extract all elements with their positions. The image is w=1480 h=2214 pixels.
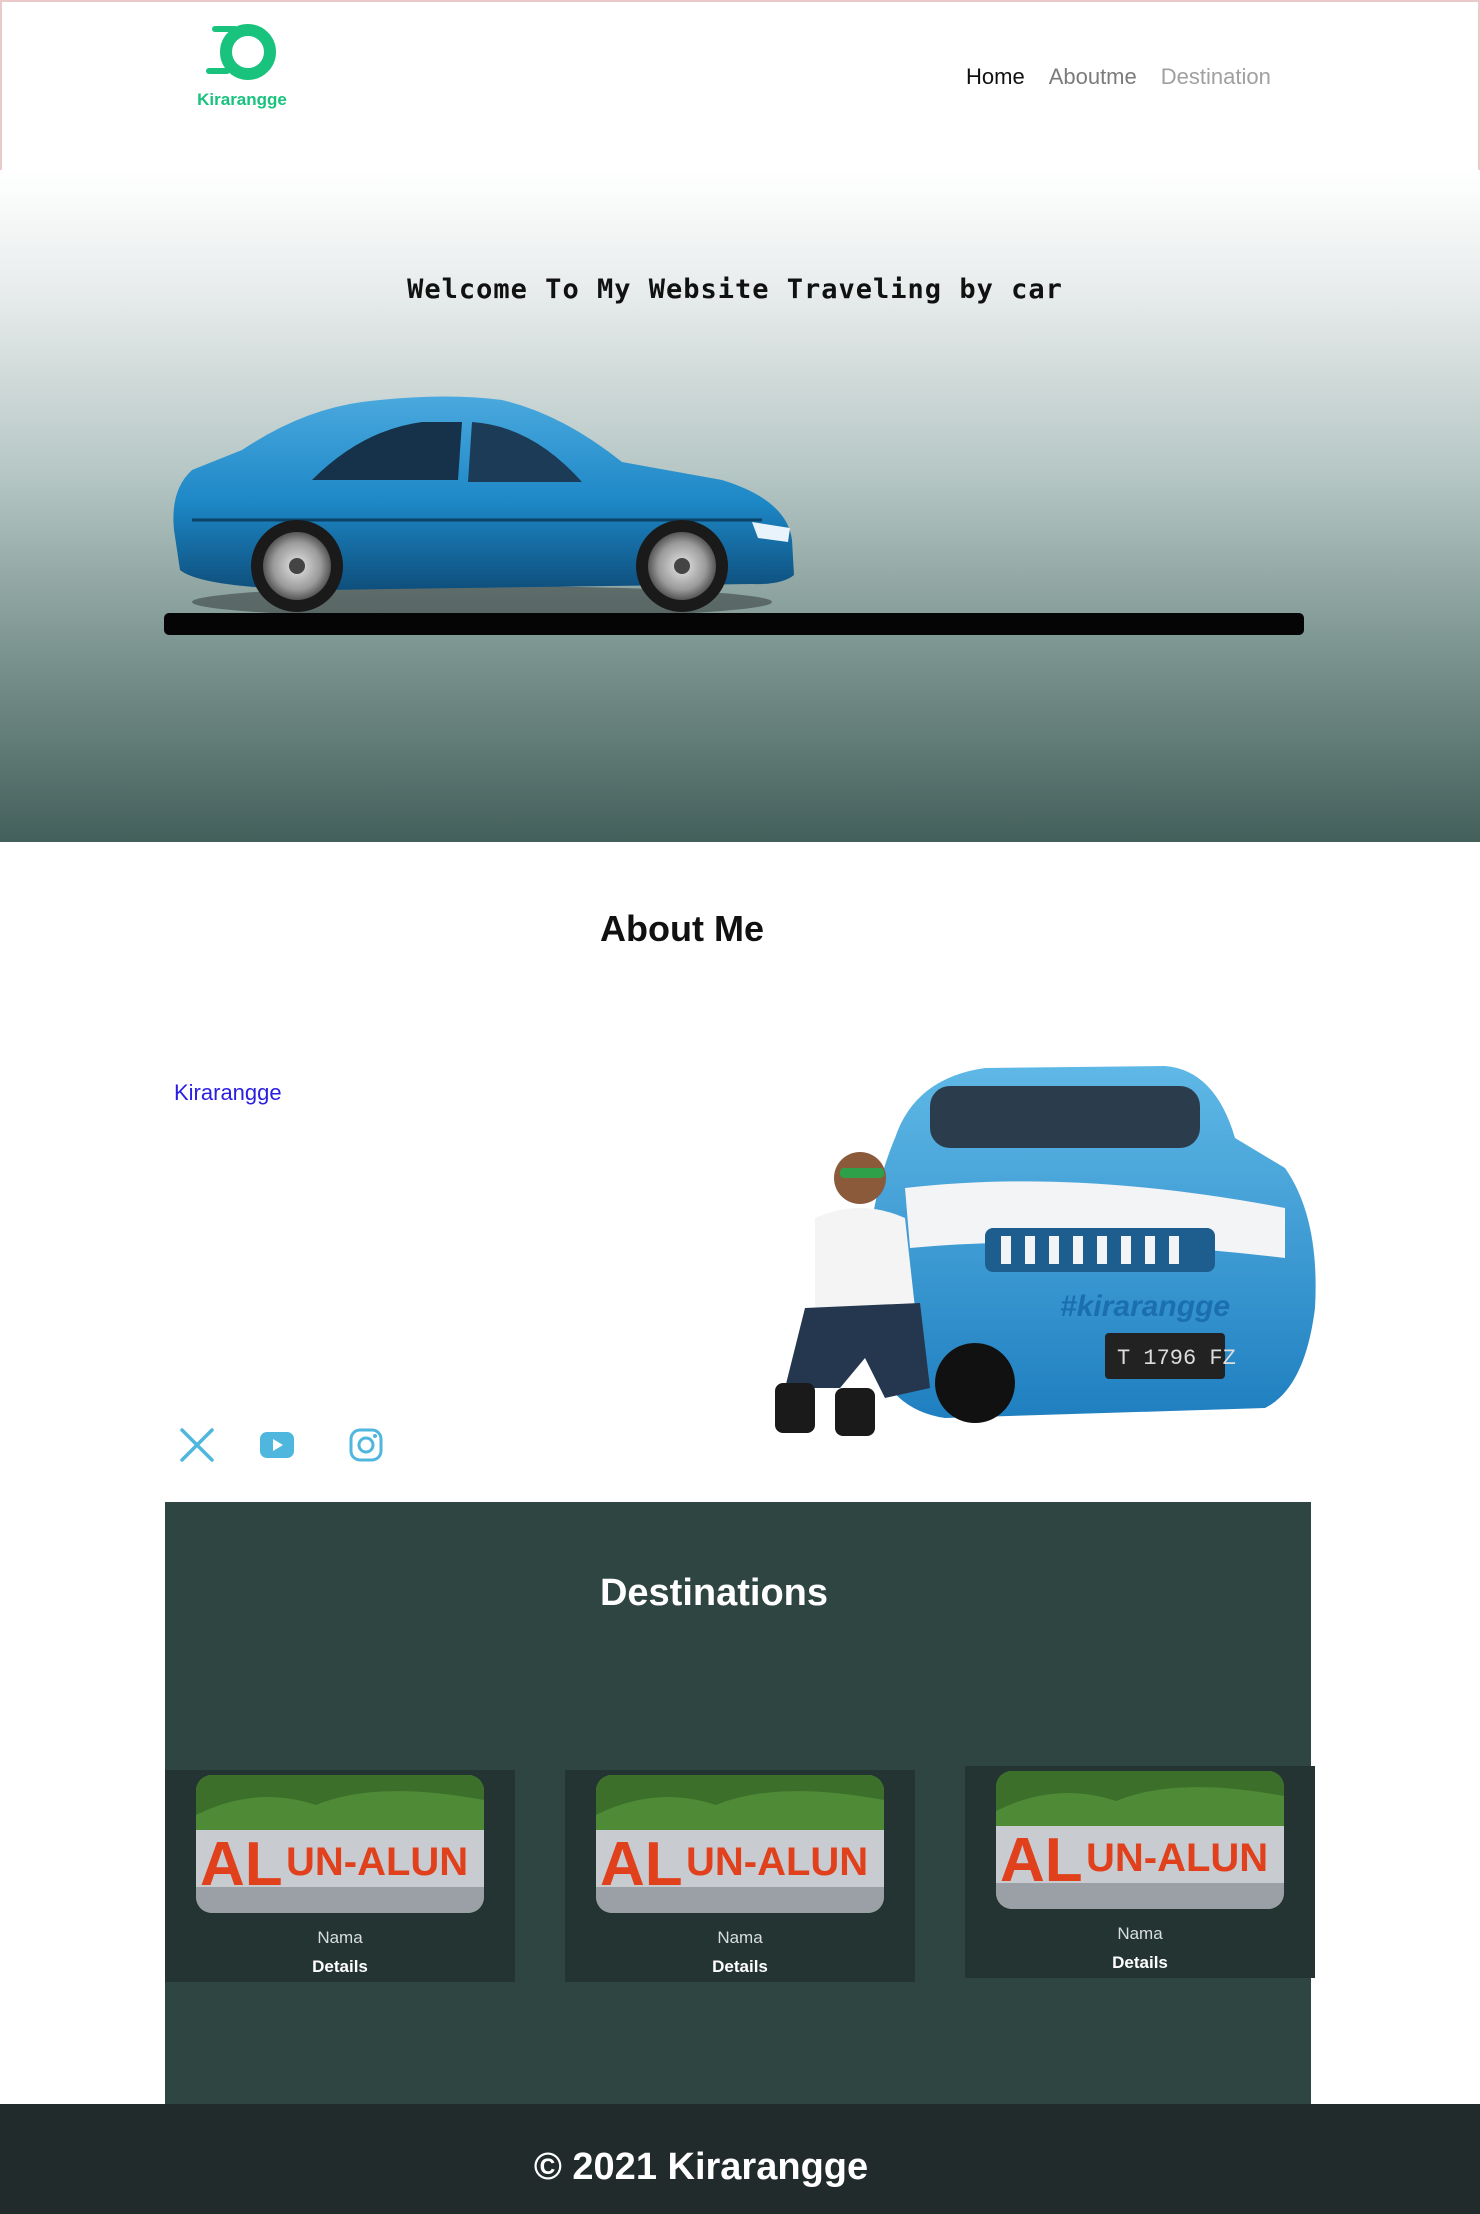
svg-text:#kirarangge: #kirarangge [1060,1290,1230,1323]
destination-image: AL UN-ALUN [196,1775,484,1913]
destination-name: Nama [317,1928,363,1947]
destination-details-link[interactable]: Details [565,1957,915,1977]
destination-image: AL UN-ALUN [996,1771,1284,1909]
x-twitter-icon[interactable] [178,1426,216,1469]
destinations-title: Destinations [599,1572,829,1614]
logo-text: Kirarangge [197,90,287,109]
destinations-section: Destinations AL UN-ALUN Nama Details AL [165,1502,1315,2104]
svg-text:T 1796 FZ: T 1796 FZ [1117,1346,1236,1371]
nav-aboutme[interactable]: Aboutme [1049,64,1137,90]
destination-name: Nama [1117,1924,1163,1943]
logo-icon [206,24,276,80]
destination-image: AL UN-ALUN [596,1775,884,1913]
hero-title: Welcome To My Website Traveling by car [407,274,1063,305]
about-photo: #kirarangge T 1796 FZ [775,1066,1316,1436]
about-title: About Me [600,908,764,949]
destination-name: Nama [717,1928,763,1947]
youtube-icon[interactable] [258,1430,296,1465]
hero-road-bar [164,613,1304,635]
destination-details-link[interactable]: Details [965,1953,1315,1973]
hero-car-image [173,396,794,618]
destination-card: AL UN-ALUN Nama Details [565,1770,915,1982]
footer: © 2021 Kirarangge [0,2104,1480,2214]
svg-text:UN-ALUN: UN-ALUN [1086,1836,1268,1880]
nav-home[interactable]: Home [966,64,1025,90]
navbar: Kirarangge Home Aboutme Destination [0,0,1480,170]
social-links [178,1426,426,1469]
svg-text:UN-ALUN: UN-ALUN [686,1840,868,1884]
main-nav: Home Aboutme Destination [966,64,1271,90]
nav-destination[interactable]: Destination [1161,64,1271,90]
instagram-icon[interactable] [348,1427,384,1468]
destination-details-link[interactable]: Details [165,1957,515,1977]
about-name-link[interactable]: Kirarangge [174,1080,282,1106]
hero-section: Welcome To My Website Traveling by car [0,170,1480,842]
footer-copyright: © 2021 Kirarangge [533,2146,869,2188]
destination-card: AL UN-ALUN Nama Details [165,1770,515,1982]
destination-card: AL UN-ALUN Nama Details [965,1766,1315,1978]
logo[interactable]: Kirarangge [192,22,292,110]
svg-text:UN-ALUN: UN-ALUN [286,1840,468,1884]
